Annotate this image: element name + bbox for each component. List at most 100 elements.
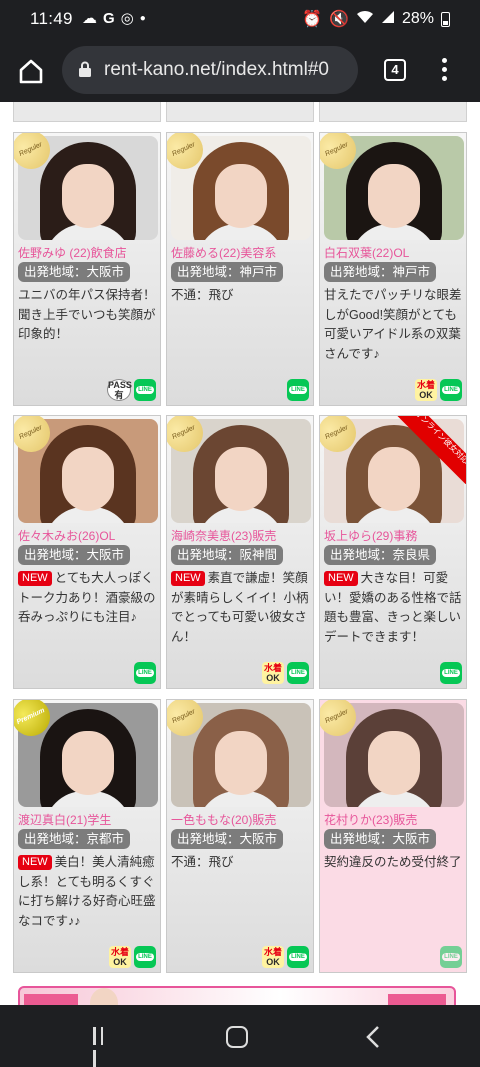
- promo-banner[interactable]: [18, 986, 456, 1005]
- cast-description: 不通：飛び: [171, 286, 311, 306]
- line-icon: LINE: [440, 662, 462, 684]
- cast-description: NEW 美白！美人清純癒し系！とても明るくすぐに打ち解ける好奇心旺盛なコです♪♪: [18, 853, 158, 931]
- feature-badges: 水着 OK LINE: [262, 662, 309, 684]
- dot-icon: ●: [139, 12, 146, 24]
- address-bar[interactable]: rent-kano.net/index.html#0: [62, 46, 358, 94]
- area-label: 出発地域：大阪市: [18, 545, 131, 565]
- feature-badges: 水着 OK LINE: [415, 379, 462, 401]
- feature-badges: 水着 OK LINE: [109, 946, 156, 968]
- page-content: Reguler 佐野みゆ (22)飲食店 出発地域：大阪市 ユニバの年パス保持者！聞き…: [0, 102, 480, 1005]
- swimsuit-ok-icon: 水着 OK: [262, 946, 284, 968]
- feature-badges: PASS 有 LINE: [107, 379, 156, 401]
- cast-name[interactable]: 坂上ゆら(29)事務: [324, 527, 417, 544]
- new-badge: NEW: [171, 571, 205, 586]
- area-label: 出発地域：京都市: [18, 829, 131, 849]
- cast-name[interactable]: 佐藤める(22)美容系: [171, 244, 276, 261]
- cast-name[interactable]: 一色ももな(20)販売: [171, 811, 276, 828]
- cast-card[interactable]: Reguler オンライン彼女対応 坂上ゆら(29)事務 出発地域：奈良県 NEW 大きな…: [319, 415, 467, 689]
- area-label: 出発地域：阪神間: [171, 545, 284, 565]
- area-label: 出発地域：大阪市: [171, 829, 284, 849]
- feature-badges: LINE: [440, 946, 462, 968]
- partial-card[interactable]: [319, 102, 467, 122]
- feature-badges: LINE: [287, 379, 309, 401]
- cast-card[interactable]: Reguler 佐々木みお(26)OL 出発地域：大阪市 NEW とても大人っぽくトーク…: [13, 415, 161, 689]
- swimsuit-ok-icon: 水着 OK: [262, 662, 284, 684]
- cast-name[interactable]: 海崎奈美恵(23)販売: [171, 527, 276, 544]
- cast-card[interactable]: Reguler 佐藤める(22)美容系 出発地域：神戸市 不通：飛び LINE: [166, 132, 314, 406]
- system-nav-bar: [0, 1005, 480, 1067]
- pass-icon: PASS 有: [107, 379, 132, 401]
- new-badge: NEW: [18, 855, 52, 870]
- status-bar: 11:49 ☁ G ◎ ● ⏰ 🔇 28%: [0, 0, 480, 40]
- cast-description: 甘えたでパッチリな眼差しがGood!笑顔がとても可愛いアイドル系の双葉さんです♪: [324, 286, 464, 364]
- browser-toolbar: rent-kano.net/index.html#0 4: [0, 40, 480, 102]
- partial-card[interactable]: [13, 102, 161, 122]
- area-label: 出発地域：大阪市: [18, 262, 131, 282]
- line-icon: LINE: [440, 946, 462, 968]
- feature-badges: LINE: [134, 662, 156, 684]
- line-icon: LINE: [287, 379, 309, 401]
- cast-card[interactable]: Reguler 花村りか(23)販売 出発地域：大阪市 契約違反のため受付終了 LINE: [319, 699, 467, 973]
- area-label: 出発地域：神戸市: [171, 262, 284, 282]
- area-label: 出発地域：神戸市: [324, 262, 437, 282]
- cast-name[interactable]: 花村りか(23)販売: [324, 811, 417, 828]
- cast-name[interactable]: 佐野みゆ (22)飲食店: [18, 244, 127, 261]
- line-icon: LINE: [440, 379, 462, 401]
- mute-icon: 🔇: [329, 11, 349, 28]
- back-button[interactable]: [364, 1025, 382, 1049]
- home-button[interactable]: [14, 54, 48, 88]
- description-text: 契約違反のため受付終了: [324, 855, 462, 869]
- cast-card[interactable]: Reguler 佐野みゆ (22)飲食店 出発地域：大阪市 ユニバの年パス保持者！聞き…: [13, 132, 161, 406]
- system-icons: ⏰ 🔇 28%: [302, 9, 450, 29]
- recent-apps-button[interactable]: [93, 1027, 113, 1067]
- cast-description: NEW 大きな目！可愛い！愛嬌のある性格で話題も豊富、きっと楽しいデートできます！: [324, 569, 464, 647]
- line-icon: LINE: [287, 946, 309, 968]
- clock: 11:49: [30, 9, 73, 28]
- battery-percent: 28%: [401, 10, 434, 27]
- cast-description: NEW 素直で謙虚！笑顔が素晴らしくイイ！小柄でとっても可愛い彼女さん！: [171, 569, 311, 647]
- swimsuit-ok-icon: 水着 OK: [415, 379, 437, 401]
- description-text: 不通：飛び: [171, 855, 234, 869]
- cast-card[interactable]: Reguler 海崎奈美恵(23)販売 出発地域：阪神間 NEW 素直で謙虚！笑顔が素晴…: [166, 415, 314, 689]
- notification-icons: ☁ G ◎ ●: [82, 9, 146, 28]
- line-icon: LINE: [134, 379, 156, 401]
- banner-photo: [90, 988, 118, 1005]
- wifi-icon: [356, 10, 374, 29]
- new-badge: NEW: [324, 571, 358, 586]
- feature-badges: 水着 OK LINE: [262, 946, 309, 968]
- url-text: rent-kano.net/index.html#0: [104, 59, 329, 80]
- cast-description: ユニバの年パス保持者！聞き上手でいつも笑顔が印象的！: [18, 286, 158, 345]
- battery-icon: [441, 11, 450, 27]
- line-icon: LINE: [134, 946, 156, 968]
- google-icon: G: [103, 9, 115, 27]
- cast-card[interactable]: Reguler 白石双葉(22)OL 出発地域：神戸市 甘えたでパッチリな眼差しがGo…: [319, 132, 467, 406]
- cast-card[interactable]: Premium 渡辺真白(21)学生 出発地域：京都市 NEW 美白！美人清純癒し系！と…: [13, 699, 161, 973]
- nav-home-button[interactable]: [226, 1026, 248, 1048]
- partial-card[interactable]: [166, 102, 314, 122]
- home-icon: [19, 59, 43, 84]
- chrome-icon: ◎: [120, 10, 134, 27]
- back-icon: [366, 1026, 379, 1048]
- overflow-menu-button[interactable]: [438, 56, 450, 84]
- cast-name[interactable]: 白石双葉(22)OL: [324, 244, 409, 261]
- area-label: 出発地域：大阪市: [324, 829, 437, 849]
- cast-description: NEW とても大人っぽくトーク力あり！酒豪級の呑みっぷりにも注目♪: [18, 569, 158, 628]
- lock-icon: [79, 61, 91, 77]
- description-text: ユニバの年パス保持者！聞き上手でいつも笑顔が印象的！: [18, 288, 156, 341]
- area-label: 出発地域：奈良県: [324, 545, 437, 565]
- alarm-icon: ⏰: [302, 11, 323, 28]
- cast-description: 契約違反のため受付終了: [324, 853, 464, 873]
- new-badge: NEW: [18, 571, 52, 586]
- cloud-icon: ☁: [82, 10, 97, 27]
- cast-card[interactable]: Reguler 一色ももな(20)販売 出発地域：大阪市 不通：飛び 水着 OK LINE: [166, 699, 314, 973]
- line-icon: LINE: [287, 662, 309, 684]
- cast-description: 不通：飛び: [171, 853, 311, 873]
- cast-name[interactable]: 佐々木みお(26)OL: [18, 527, 115, 544]
- feature-badges: LINE: [440, 662, 462, 684]
- swimsuit-ok-icon: 水着 OK: [109, 946, 131, 968]
- cast-name[interactable]: 渡辺真白(21)学生: [18, 811, 111, 828]
- description-text: 不通：飛び: [171, 288, 234, 302]
- description-text: 甘えたでパッチリな眼差しがGood!笑顔がとても可愛いアイドル系の双葉さんです♪: [324, 288, 462, 361]
- line-icon: LINE: [134, 662, 156, 684]
- tab-switcher-button[interactable]: 4: [384, 59, 406, 81]
